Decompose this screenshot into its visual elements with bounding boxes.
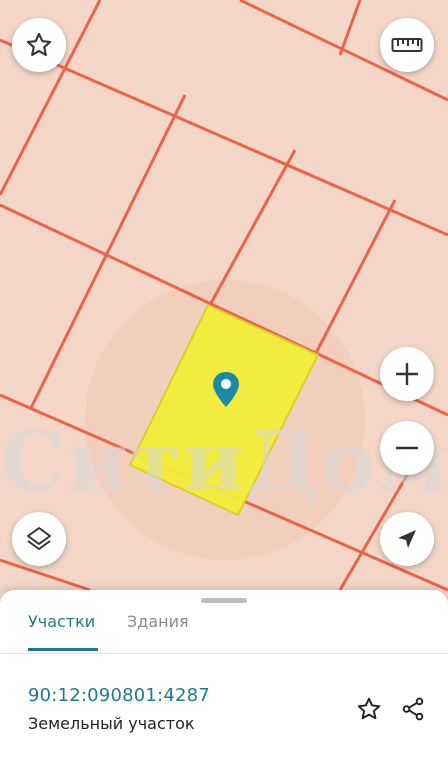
favorite-button[interactable] bbox=[12, 18, 66, 72]
zoom-out-button[interactable] bbox=[380, 421, 434, 475]
active-tab-indicator bbox=[28, 648, 98, 651]
tab-parcels[interactable]: Участки bbox=[28, 612, 95, 631]
sheet-drag-handle[interactable] bbox=[201, 598, 247, 603]
my-location-button[interactable] bbox=[380, 512, 434, 566]
ruler-button[interactable] bbox=[380, 18, 434, 72]
star-icon bbox=[357, 697, 381, 720]
info-bottom-sheet: Участки Здания 90:12:090801:4287 Земельн… bbox=[0, 590, 448, 768]
layers-icon bbox=[27, 527, 51, 550]
ruler-icon bbox=[391, 38, 423, 52]
navigation-arrow-icon bbox=[398, 530, 416, 548]
parcel-favorite-button[interactable] bbox=[354, 694, 384, 724]
share-button[interactable] bbox=[398, 694, 428, 724]
minus-icon bbox=[396, 446, 418, 450]
cadastral-number[interactable]: 90:12:090801:4287 bbox=[28, 685, 210, 706]
parcel-type-label: Земельный участок bbox=[28, 714, 195, 733]
watermark-text: СитиДом bbox=[0, 414, 448, 510]
tabs-divider bbox=[0, 653, 448, 654]
zoom-in-button[interactable] bbox=[380, 347, 434, 401]
sheet-tabs: Участки Здания bbox=[0, 608, 448, 652]
plus-icon bbox=[396, 363, 418, 385]
share-icon bbox=[402, 697, 424, 721]
star-icon bbox=[26, 32, 52, 56]
tab-buildings[interactable]: Здания bbox=[127, 612, 189, 631]
layers-button[interactable] bbox=[12, 512, 66, 566]
